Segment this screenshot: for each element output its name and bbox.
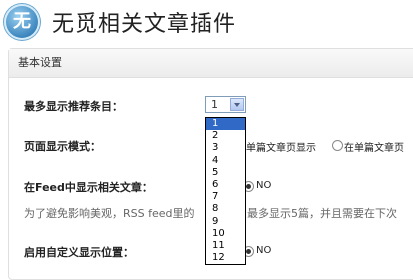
dropdown-option[interactable]: 10	[206, 228, 245, 240]
feed-no-label: NO	[256, 180, 272, 191]
logo-icon: 无	[4, 4, 40, 40]
max-items-label: 最多显示推荐条目：	[24, 100, 123, 113]
feed-label: 在Feed中显示相关文章：	[24, 181, 153, 194]
display-mode-option1-label: 单篇文章页显示	[246, 143, 316, 154]
dropdown-option[interactable]: 12	[206, 252, 245, 264]
panel-header: 基本设置	[9, 49, 413, 78]
max-items-select[interactable]: 1	[205, 96, 246, 113]
display-mode-option2-label: 在单篇文章页	[344, 143, 404, 154]
dropdown-option[interactable]: 2	[206, 130, 245, 142]
feed-description-tail: 最多显示5篇，并且需要在下次	[247, 207, 397, 220]
dropdown-option[interactable]: 9	[206, 216, 245, 228]
dropdown-option[interactable]: 5	[206, 167, 245, 179]
dropdown-option[interactable]: 7	[206, 191, 245, 203]
display-mode-label: 页面显示模式：	[24, 140, 101, 153]
dropdown-option[interactable]: 8	[206, 203, 245, 215]
display-mode-option2-radio[interactable]	[332, 140, 343, 151]
dropdown-option[interactable]: 6	[206, 179, 245, 191]
custom-position-no-label: NO	[256, 245, 272, 256]
custom-position-label: 启用自定义显示位置：	[24, 246, 134, 259]
dropdown-option[interactable]: 3	[206, 142, 245, 154]
dropdown-option[interactable]: 1	[206, 118, 245, 131]
dropdown-option[interactable]: 4	[206, 155, 245, 167]
page-title: 无觅相关文章插件	[52, 12, 237, 37]
max-items-dropdown-list[interactable]: 1 2 3 4 5 6 7 8 9 10 11 12	[205, 117, 246, 265]
chevron-down-icon[interactable]	[230, 98, 244, 111]
feed-description: 为了避免影响美观，RSS feed里的	[24, 207, 195, 220]
dropdown-option[interactable]: 11	[206, 240, 245, 252]
max-items-value: 1	[211, 98, 218, 111]
